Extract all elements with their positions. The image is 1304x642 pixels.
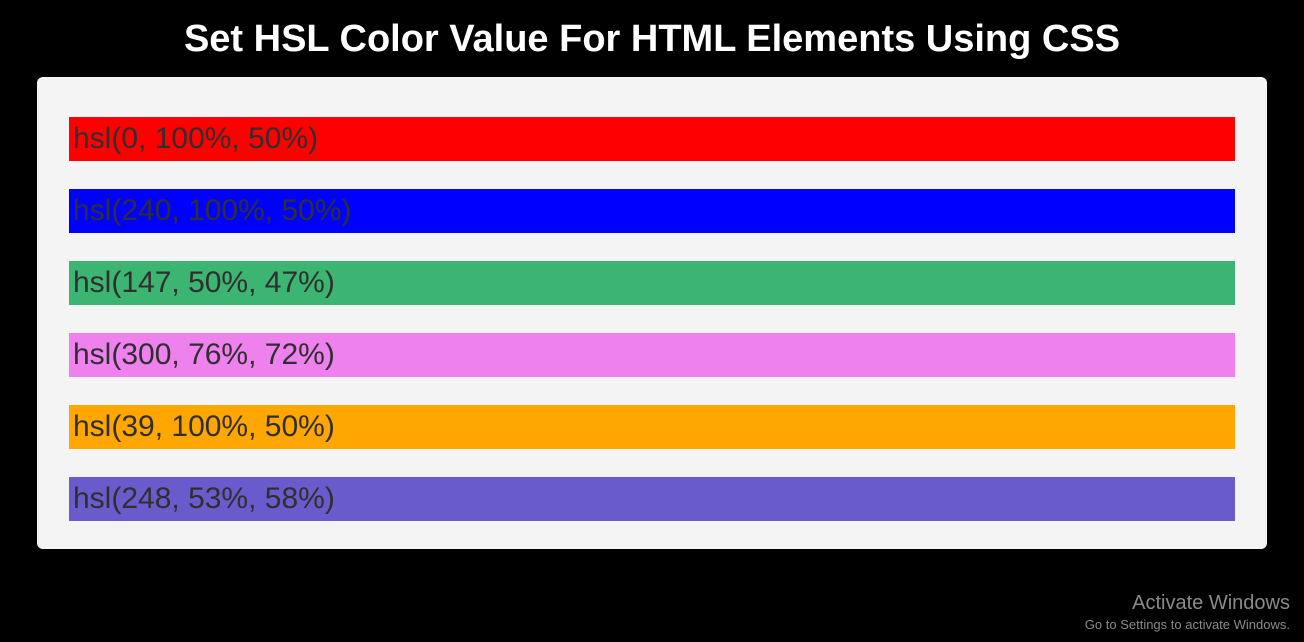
page-title: Set HSL Color Value For HTML Elements Us… (0, 0, 1304, 77)
color-panel: hsl(0, 100%, 50%) hsl(240, 100%, 50%) hs… (37, 77, 1267, 549)
watermark-subtitle: Go to Settings to activate Windows. (1085, 617, 1290, 632)
color-label: hsl(0, 100%, 50%) (69, 124, 318, 154)
activate-windows-watermark: Activate Windows Go to Settings to activ… (1085, 592, 1290, 632)
color-label: hsl(300, 76%, 72%) (69, 340, 335, 370)
color-bar-pink: hsl(300, 76%, 72%) (69, 333, 1235, 377)
color-bar-green: hsl(147, 50%, 47%) (69, 261, 1235, 305)
color-bar-blue: hsl(240, 100%, 50%) (69, 189, 1235, 233)
color-bar-orange: hsl(39, 100%, 50%) (69, 405, 1235, 449)
color-bar-red: hsl(0, 100%, 50%) (69, 117, 1235, 161)
color-label: hsl(240, 100%, 50%) (69, 196, 352, 226)
color-label: hsl(39, 100%, 50%) (69, 412, 335, 442)
color-bar-purple: hsl(248, 53%, 58%) (69, 477, 1235, 521)
watermark-title: Activate Windows (1085, 592, 1290, 615)
color-label: hsl(248, 53%, 58%) (69, 484, 335, 514)
color-label: hsl(147, 50%, 47%) (69, 268, 335, 298)
